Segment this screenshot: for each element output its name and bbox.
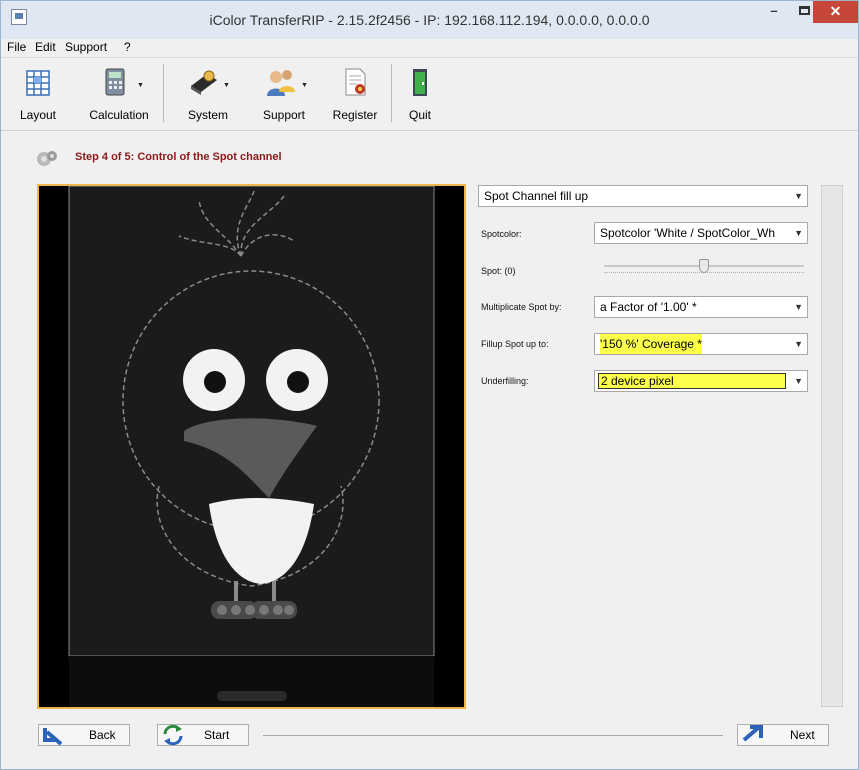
start-button[interactable]: Start bbox=[157, 724, 249, 746]
chevron-down-icon: ▼ bbox=[794, 339, 803, 349]
next-label: Next bbox=[790, 728, 815, 742]
quit-door-icon bbox=[413, 69, 427, 96]
toolbar-separator bbox=[163, 64, 164, 122]
register-certificate-icon bbox=[345, 68, 366, 96]
multiplicate-label: Multiplicate Spot by: bbox=[481, 302, 562, 312]
back-label: Back bbox=[89, 728, 116, 742]
fillup-select-value: '150 %' Coverage * bbox=[600, 334, 702, 354]
next-arrow-icon bbox=[742, 725, 763, 742]
minimize-button[interactable]: – bbox=[761, 1, 787, 23]
support-people-icon bbox=[267, 70, 295, 96]
spot-slider-thumb[interactable] bbox=[699, 259, 709, 273]
chevron-down-icon: ▼ bbox=[794, 376, 803, 386]
mode-select-value: Spot Channel fill up bbox=[484, 189, 589, 203]
menu-support[interactable]: Support bbox=[65, 40, 107, 54]
panel-scrollbar[interactable] bbox=[821, 185, 843, 707]
multiplicate-select[interactable]: a Factor of '1.00' * ▼ bbox=[594, 296, 808, 318]
calculator-icon bbox=[105, 68, 125, 96]
system-chip-icon bbox=[191, 70, 217, 95]
spotcolor-label: Spotcolor: bbox=[481, 229, 522, 239]
underfilling-label: Underfilling: bbox=[481, 376, 529, 386]
refresh-icon bbox=[163, 724, 183, 746]
back-button[interactable]: Back bbox=[38, 724, 130, 746]
chevron-down-icon: ▼ bbox=[794, 302, 803, 312]
system-label: System bbox=[187, 108, 228, 122]
step-title: Step 4 of 5: Control of the Spot channel bbox=[75, 151, 282, 163]
support-dropdown-icon[interactable]: ▼ bbox=[301, 82, 308, 89]
chevron-down-icon: ▼ bbox=[794, 228, 803, 238]
step-gears-icon bbox=[37, 151, 57, 166]
toolbar: Layout ▼ Calculation ▼ System ▼ Support … bbox=[1, 57, 858, 131]
close-button[interactable]: ✕ bbox=[813, 1, 858, 23]
support-label: Support bbox=[262, 108, 306, 122]
preview-canvas[interactable] bbox=[37, 184, 466, 709]
support-button[interactable]: ▼ Support bbox=[253, 62, 315, 128]
next-button[interactable]: Next bbox=[737, 724, 829, 746]
toolbar-separator bbox=[391, 64, 392, 122]
settings-panel: Spot Channel fill up ▼ Spotcolor: Spotco… bbox=[476, 183, 816, 713]
mode-select[interactable]: Spot Channel fill up ▼ bbox=[478, 185, 808, 207]
multiplicate-select-value: a Factor of '1.00' * bbox=[600, 300, 697, 314]
menu-file[interactable]: File bbox=[7, 40, 26, 54]
spot-label: Spot: (0) bbox=[481, 266, 516, 276]
start-label: Start bbox=[204, 728, 230, 742]
chevron-down-icon: ▼ bbox=[794, 191, 803, 201]
underfilling-select-value: 2 device pixel bbox=[598, 373, 786, 389]
quit-button[interactable]: Quit bbox=[397, 62, 443, 128]
layout-grid-icon bbox=[26, 70, 50, 96]
menu-bar: File Edit Support ? bbox=[1, 39, 858, 57]
layout-button[interactable]: Layout bbox=[5, 62, 71, 128]
fillup-label: Fillup Spot up to: bbox=[481, 339, 549, 349]
layout-label: Layout bbox=[19, 108, 57, 122]
maximize-icon bbox=[798, 6, 810, 15]
system-button[interactable]: ▼ System bbox=[173, 62, 243, 128]
calculation-dropdown-icon[interactable]: ▼ bbox=[137, 82, 144, 89]
quit-label: Quit bbox=[408, 108, 431, 122]
progress-line bbox=[263, 735, 723, 736]
register-label: Register bbox=[332, 108, 378, 122]
window-title: iColor TransferRIP - 2.15.2f2456 - IP: 1… bbox=[209, 12, 650, 28]
menu-help[interactable]: ? bbox=[124, 40, 131, 54]
underfilling-select[interactable]: 2 device pixel ▼ bbox=[594, 370, 808, 392]
app-window: iColor TransferRIP - 2.15.2f2456 - IP: 1… bbox=[0, 0, 859, 770]
menu-edit[interactable]: Edit bbox=[35, 40, 56, 54]
spotcolor-select-value: Spotcolor 'White / SpotColor_Wh bbox=[600, 226, 776, 240]
system-dropdown-icon[interactable]: ▼ bbox=[223, 82, 230, 89]
preview-image bbox=[39, 186, 464, 707]
calculation-label: Calculation bbox=[89, 108, 149, 122]
register-button[interactable]: Register bbox=[327, 62, 383, 128]
fillup-select[interactable]: '150 %' Coverage * ▼ bbox=[594, 333, 808, 355]
title-bar: iColor TransferRIP - 2.15.2f2456 - IP: 1… bbox=[1, 1, 858, 39]
calculation-button[interactable]: ▼ Calculation bbox=[81, 62, 157, 128]
back-arrow-icon bbox=[43, 728, 63, 746]
spotcolor-select[interactable]: Spotcolor 'White / SpotColor_Wh ▼ bbox=[594, 222, 808, 244]
